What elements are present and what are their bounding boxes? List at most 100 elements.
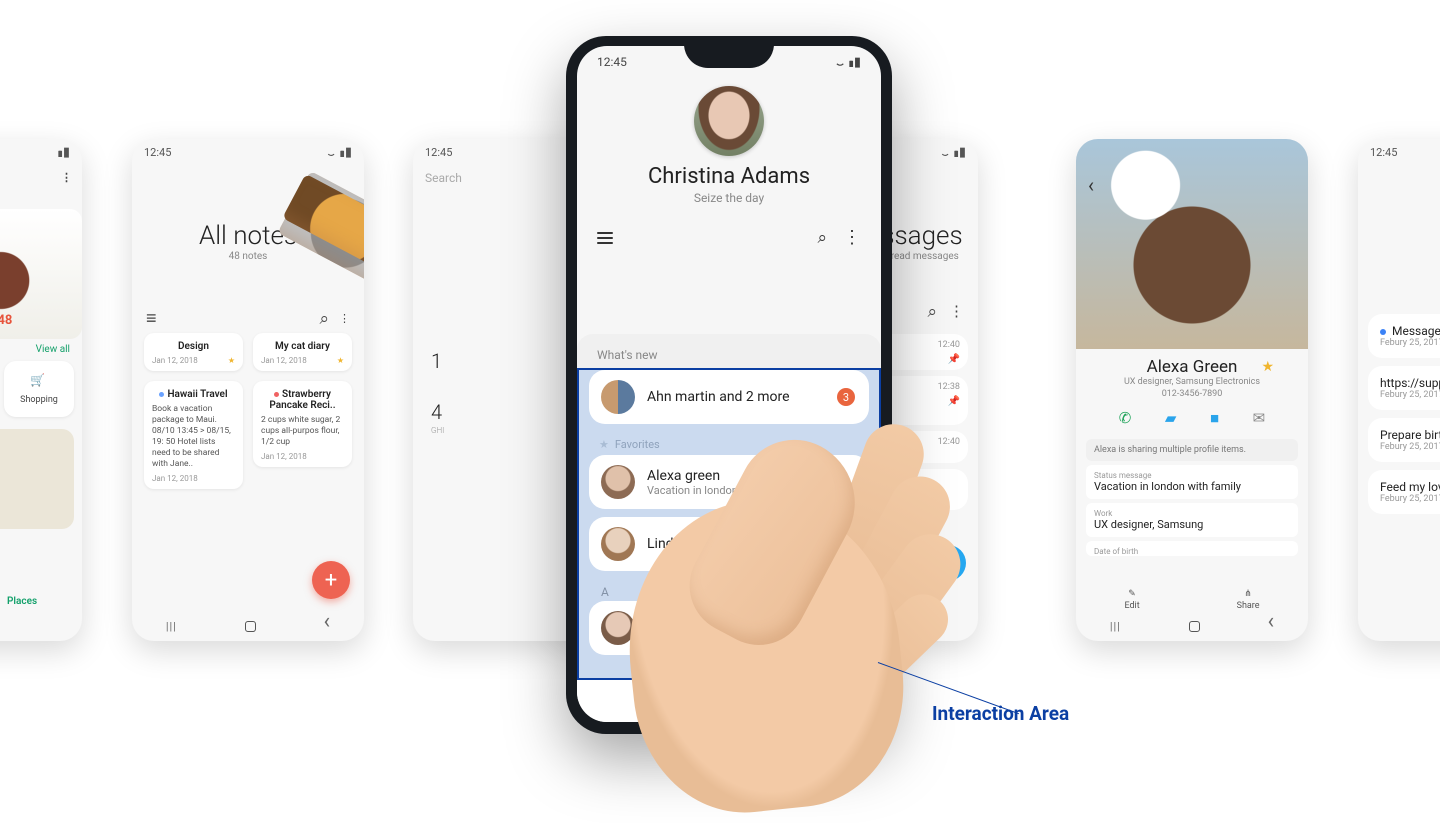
android-navbar <box>1076 611 1308 641</box>
tab-places[interactable]: Places <box>7 596 37 607</box>
contacts-toolbar <box>577 205 881 258</box>
reminder-item[interactable]: Prepare birt Febury 25, 2017 <box>1368 418 1440 462</box>
reminders-title: Re <box>1358 221 1440 249</box>
add-contact-fab[interactable]: + <box>815 576 863 624</box>
profile-name: Christina Adams <box>577 164 881 189</box>
nav-home-icon[interactable] <box>729 695 742 708</box>
cart-icon <box>30 373 48 391</box>
menu-icon[interactable] <box>146 308 157 329</box>
profile-tagline: Seize the day <box>577 191 881 205</box>
contact-role: UX designer, Samsung Electronics <box>1076 377 1308 387</box>
price-tag: $48 <box>0 313 82 328</box>
note-card-recipe[interactable]: Strawberry Pancake Reci.. 2 cups white s… <box>253 381 352 467</box>
nav-chatbots[interactable]: Chatbots <box>900 596 940 607</box>
work-section: Work UX designer, Samsung <box>1086 503 1298 537</box>
nav-recent-icon[interactable] <box>166 618 177 634</box>
reminder-item[interactable]: Feed my lov Febury 25, 2017 <box>1368 470 1440 514</box>
battery-icon <box>854 55 861 70</box>
reminder-item[interactable]: https://supp Febury 25, 2017 <box>1368 366 1440 410</box>
star-icon: ★ <box>228 356 235 365</box>
new-message-fab[interactable] <box>930 545 966 581</box>
keypad-4[interactable]: 4GHI <box>431 400 444 435</box>
statusbar: 12:45 <box>1358 139 1440 165</box>
annotation-label: Interaction Area <box>932 702 1069 725</box>
android-navbar <box>132 611 364 641</box>
notch <box>684 46 774 68</box>
dob-section: Date of birth <box>1086 541 1298 556</box>
battery-icon <box>959 145 966 160</box>
contacts-list: What's new Ahn martin and 2 more 3 ★ Fav… <box>577 334 881 680</box>
whats-new-label: What's new <box>589 346 869 370</box>
view-all-link[interactable]: View all <box>0 344 82 355</box>
video-icon[interactable] <box>1210 409 1219 427</box>
note-card-cat[interactable]: My cat diary Jan 12, 2018★ <box>253 333 352 371</box>
android-navbar <box>1358 611 1440 641</box>
star-icon: ★ <box>337 356 344 365</box>
nav-home-icon[interactable] <box>1189 621 1200 632</box>
message-icon[interactable] <box>1165 409 1177 427</box>
android-navbar <box>0 611 82 641</box>
menu-icon[interactable] <box>597 232 613 244</box>
add-note-fab[interactable]: + <box>312 561 350 599</box>
update-badge: 3 <box>837 388 855 406</box>
nav-back-icon[interactable] <box>918 618 925 634</box>
signal-icon <box>954 146 955 159</box>
bg-screen-contact-detail: ‹ Alexa Green ★ UX designer, Samsung Ele… <box>1076 139 1308 641</box>
share-icon <box>1244 589 1252 599</box>
pin-icon: 📌 <box>948 354 960 365</box>
reminder-item[interactable]: Message fro Febury 25, 2017 <box>1368 314 1440 358</box>
hero-phone: 12:45 Christina Adams Seize the day <box>566 36 892 734</box>
signal-icon <box>340 146 341 159</box>
place-title: en Pot <box>0 535 72 548</box>
pin-icon: 📌 <box>948 396 960 407</box>
search-icon[interactable] <box>927 302 937 322</box>
contact-phone: 012-3456-7890 <box>1076 389 1308 399</box>
chip-shopping[interactable]: Shopping <box>4 361 74 417</box>
wifi-icon <box>945 146 949 159</box>
battery-icon <box>63 145 70 160</box>
keypad-1[interactable]: 1 <box>431 349 442 384</box>
wifi-icon <box>840 55 845 69</box>
more-icon[interactable] <box>339 312 350 325</box>
avatar <box>601 465 635 499</box>
contact-row-alexa[interactable]: Alexa green Vacation in london with fami… <box>589 455 869 509</box>
profile-header: Christina Adams Seize the day <box>577 78 881 205</box>
search-icon[interactable] <box>319 309 329 329</box>
edit-button[interactable]: Edit <box>1124 589 1139 611</box>
group-avatar <box>601 380 635 414</box>
note-card-hawaii[interactable]: Hawaii Travel Book a vacation package to… <box>144 381 243 489</box>
statusbar: 12:45 <box>0 139 82 165</box>
status-time: 12:45 <box>597 55 627 69</box>
back-icon[interactable]: ‹ <box>1088 173 1094 197</box>
bg-screen-reminders: 12:45 Re 2 ov Message fro Febury 25, 201… <box>1358 139 1440 641</box>
profile-avatar[interactable] <box>694 86 764 156</box>
avatar <box>601 527 635 561</box>
nav-back-icon[interactable] <box>1267 618 1274 634</box>
more-icon[interactable] <box>949 302 964 322</box>
battery-icon <box>345 145 352 160</box>
nav-recent-icon[interactable] <box>1110 618 1121 634</box>
more-icon[interactable] <box>843 227 861 248</box>
share-button[interactable]: Share <box>1237 589 1260 611</box>
search-icon[interactable] <box>817 227 827 248</box>
edit-icon <box>1128 589 1136 599</box>
call-icon[interactable] <box>1119 409 1132 427</box>
contact-photo: ‹ <box>1076 139 1308 349</box>
statusbar: 12:45 <box>132 139 364 165</box>
more-icon[interactable]: ⋮ <box>61 171 72 184</box>
mail-icon[interactable] <box>1253 409 1266 427</box>
favorite-star-icon[interactable]: ★ <box>1261 359 1274 375</box>
update-row[interactable]: Ahn martin and 2 more 3 <box>589 370 869 424</box>
nav-back-icon[interactable] <box>323 618 330 634</box>
bg-screen-notes: 12:45 All notes 48 notes Design Jan 12, … <box>132 139 364 641</box>
avatar <box>601 611 635 645</box>
salad-image <box>0 429 74 529</box>
nav-home-icon[interactable] <box>245 621 256 632</box>
bg-screen-bixby: 12:45 ⋮ $48 View all me Shopping en Pot … <box>0 139 82 641</box>
android-navbar <box>577 680 881 722</box>
nav-back-icon[interactable] <box>808 686 815 716</box>
wifi-icon <box>331 146 335 159</box>
contact-row-lindsey[interactable]: Lindsey Smith <box>589 517 869 571</box>
contact-name: Alexa Green ★ <box>1076 357 1308 377</box>
note-card-design[interactable]: Design Jan 12, 2018★ <box>144 333 243 371</box>
